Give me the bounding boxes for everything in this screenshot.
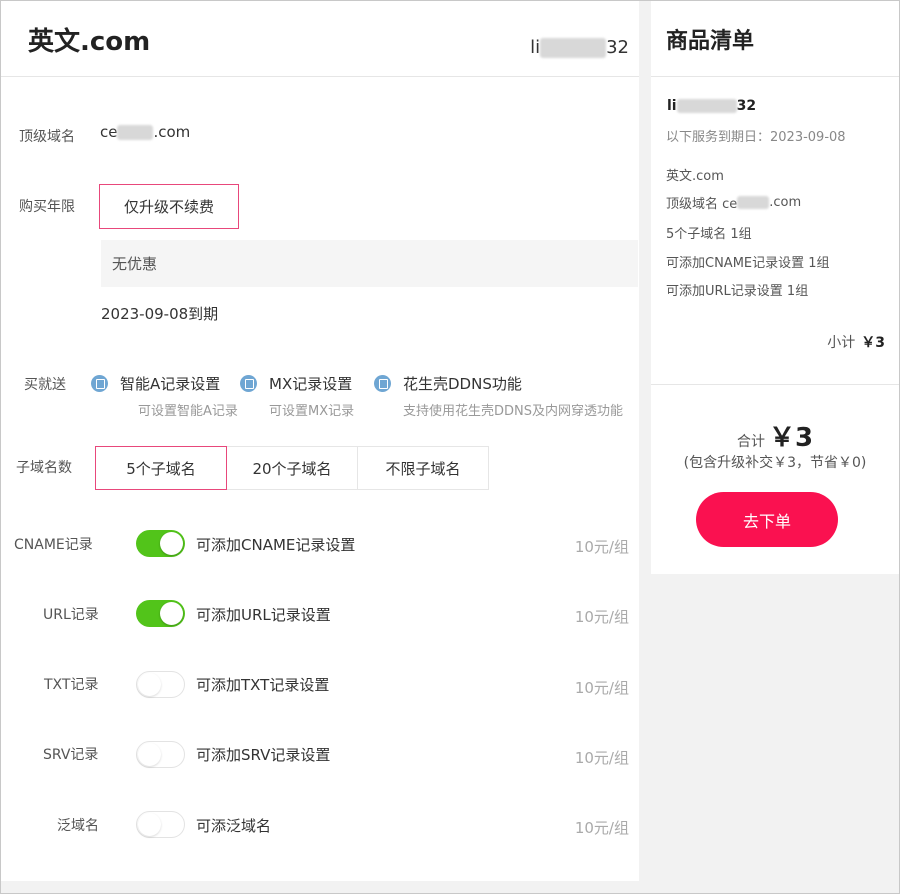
cart-item: 英文.com	[666, 169, 724, 184]
cart-user-id: li 32	[667, 98, 756, 114]
gift-subtitle: 可设置智能A记录	[138, 404, 238, 419]
panel-header: 英文.com li 32	[1, 1, 639, 77]
domain-label: 顶级域名	[19, 129, 75, 145]
bookmark-icon	[374, 375, 391, 392]
total-note: (包含升级补交￥3，节省￥0)	[683, 455, 867, 471]
user-id-masked	[540, 37, 607, 58]
brand-title: 英文.com	[28, 27, 151, 57]
user-id-suffix: 32	[606, 37, 629, 58]
gift-title: 花生壳DDNS功能	[403, 375, 522, 393]
record-label: 泛域名	[57, 818, 99, 834]
cart-item-domain-prefix: 顶级域名 ce	[666, 197, 738, 212]
gift-item: 花生壳DDNS功能 支持使用花生壳DDNS及内网穿透功能	[374, 373, 623, 419]
cart-user-suffix: 32	[736, 98, 757, 114]
record-label: URL记录	[43, 607, 99, 623]
expire-date: 2023-09-08到期	[101, 305, 219, 323]
total-label: 合计	[736, 434, 765, 450]
place-order-button[interactable]: 去下单	[696, 492, 838, 547]
subtotal-label: 小计	[827, 335, 856, 351]
record-desc: 可添加CNAME记录设置	[196, 536, 356, 554]
cart-domain-masked	[737, 196, 770, 209]
gift-item: 智能A记录设置 可设置智能A记录	[91, 373, 238, 419]
record-price: 10元/组	[574, 679, 629, 697]
subdomain-option-unlimited[interactable]: 不限子域名	[357, 446, 489, 490]
wildcard-toggle[interactable]	[136, 811, 185, 838]
cart-title: 商品清单	[651, 1, 899, 77]
record-price: 10元/组	[574, 608, 629, 626]
toggle-knob	[138, 673, 161, 696]
gift-item: MX记录设置 可设置MX记录	[240, 373, 354, 419]
domain-prefix: ce	[100, 123, 118, 141]
user-id-prefix: li	[530, 37, 541, 58]
srv-toggle[interactable]	[136, 741, 185, 768]
subdomain-option-5[interactable]: 5个子域名	[95, 446, 227, 490]
user-id: li 32	[530, 37, 629, 58]
domain-suffix: .com	[153, 123, 191, 141]
record-price: 10元/组	[574, 819, 629, 837]
config-panel: 英文.com li 32 顶级域名 ce .com 购买年限 仅升级不续费 无优…	[1, 1, 639, 881]
record-label: TXT记录	[44, 677, 99, 693]
gift-title: MX记录设置	[269, 375, 353, 393]
record-desc: 可添加TXT记录设置	[196, 676, 330, 694]
subtotal-value: ￥3	[861, 335, 885, 351]
promo-bar: 无优惠	[101, 240, 638, 287]
record-label: SRV记录	[43, 747, 99, 763]
toggle-knob	[160, 532, 183, 555]
total-value: ￥3	[768, 423, 814, 453]
gift-title: 智能A记录设置	[120, 375, 221, 393]
cart-user-prefix: li	[667, 98, 677, 114]
subdomain-option-20[interactable]: 20个子域名	[226, 446, 358, 490]
record-desc: 可添加SRV记录设置	[196, 746, 331, 764]
cart-item-domain-suffix: .com	[769, 195, 802, 210]
cart-user-masked	[676, 99, 737, 113]
divider	[651, 384, 899, 385]
cname-toggle[interactable]	[136, 530, 185, 557]
toggle-knob	[138, 813, 161, 836]
period-label: 购买年限	[19, 199, 75, 215]
gift-label: 买就送	[24, 377, 66, 393]
subtotal: 小计 ￥3	[827, 332, 885, 352]
gift-subtitle: 可设置MX记录	[269, 404, 355, 419]
cart-item: 5个子域名 1组	[666, 227, 752, 242]
record-price: 10元/组	[574, 538, 629, 556]
domain-masked	[117, 124, 154, 140]
gift-subtitle: 支持使用花生壳DDNS及内网穿透功能	[403, 404, 623, 419]
toggle-knob	[138, 743, 161, 766]
total: 合计 ￥3	[651, 417, 899, 454]
bookmark-icon	[240, 375, 257, 392]
cart-panel: 商品清单 li 32 以下服务到期日：2023-09-08 英文.com 顶级域…	[651, 1, 899, 574]
txt-toggle[interactable]	[136, 671, 185, 698]
record-desc: 可添加URL记录设置	[196, 606, 331, 624]
record-price: 10元/组	[574, 749, 629, 767]
cart-item: 可添加URL记录设置 1组	[666, 284, 809, 299]
domain-value: ce .com	[100, 123, 190, 141]
service-date: 以下服务到期日：2023-09-08	[666, 130, 846, 145]
toggle-knob	[160, 602, 183, 625]
period-option[interactable]: 仅升级不续费	[99, 184, 239, 229]
url-toggle[interactable]	[136, 600, 185, 627]
cart-item: 可添加CNAME记录设置 1组	[666, 256, 830, 271]
subdomain-label: 子域名数	[16, 460, 72, 476]
record-label: CNAME记录	[14, 537, 93, 553]
record-desc: 可添泛域名	[196, 817, 272, 835]
bookmark-icon	[91, 375, 108, 392]
cart-item: 顶级域名 ce .com	[666, 193, 801, 212]
